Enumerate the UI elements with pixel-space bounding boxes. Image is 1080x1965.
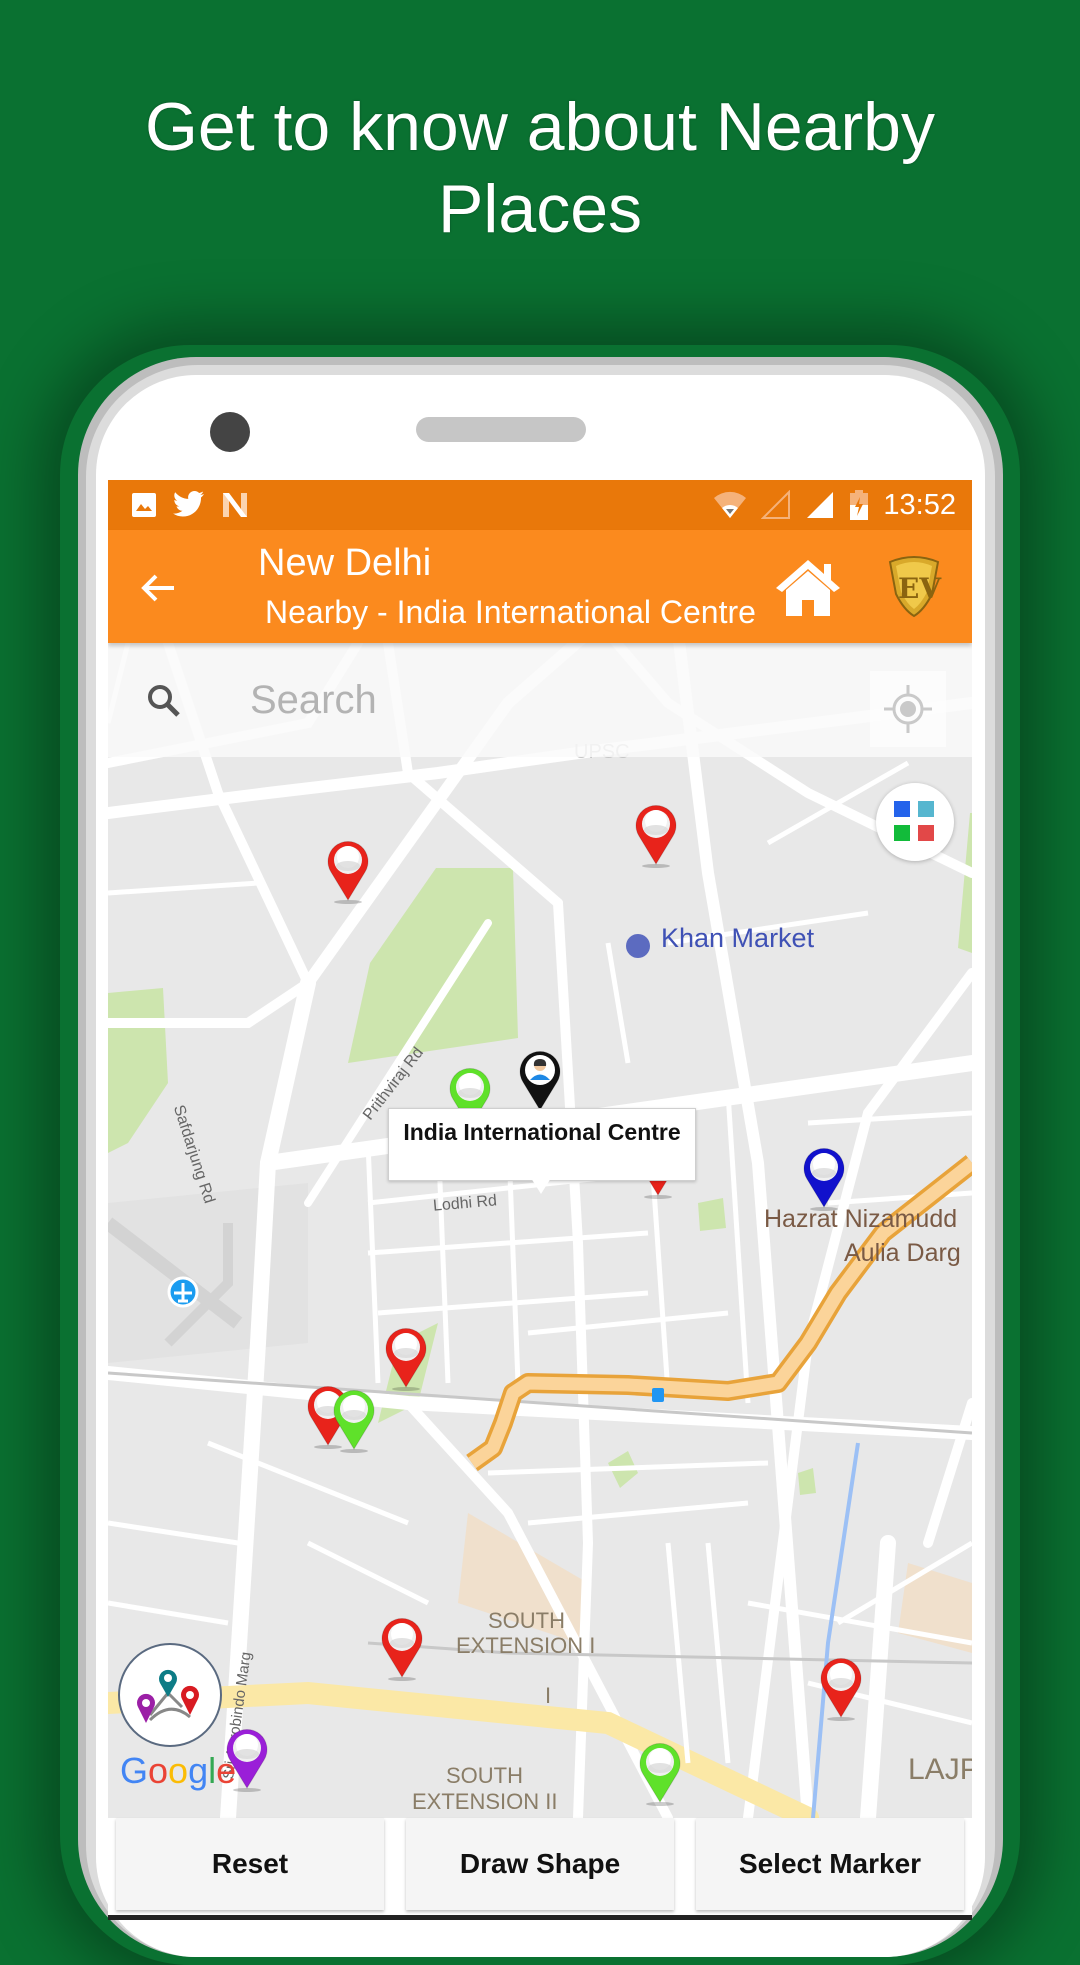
arrow-left-icon [141, 574, 174, 602]
layers-tile-green [894, 825, 910, 841]
map-view[interactable]: UPSC Khan Market Safdarjung Rd Prithvira… [108, 643, 972, 1818]
headline-line-1: Get to know about Nearby [144, 89, 935, 165]
wifi-icon [713, 490, 747, 520]
image-icon [130, 491, 158, 519]
svg-text:EV: EV [898, 572, 942, 605]
park-area [698, 1198, 726, 1231]
layers-tile-red [918, 825, 934, 841]
place-marker-red[interactable] [381, 1323, 431, 1393]
google-letter: l [208, 1750, 217, 1791]
place-marker-red[interactable] [631, 800, 681, 870]
map-label-south-ext-2a: SOUTH [446, 1763, 523, 1788]
google-letter: g [188, 1750, 209, 1791]
back-button[interactable] [136, 566, 180, 610]
search-bar [108, 643, 972, 757]
app-title: New Delhi [258, 542, 432, 584]
draw-shape-button[interactable]: Draw Shape [406, 1818, 674, 1910]
airport-area [108, 1183, 308, 1363]
route-app-badge[interactable] [118, 1643, 222, 1747]
map-label-south-ext-1a: SOUTH [488, 1608, 565, 1633]
home-icon [776, 560, 840, 616]
place-marker-green[interactable] [329, 1385, 379, 1455]
map-label-nizamuddin-2[interactable]: Aulia Darg [844, 1239, 961, 1268]
google-letter: o [168, 1750, 189, 1791]
map-label-south-ext-1c: I [545, 1683, 552, 1708]
selected-place-marker[interactable] [515, 1046, 565, 1116]
status-time: 13:52 [883, 488, 956, 521]
reset-button[interactable]: Reset [116, 1818, 384, 1910]
front-camera [210, 412, 250, 452]
promo-headline: Get to know about Nearby Places [0, 86, 1080, 250]
earpiece-speaker [416, 417, 586, 442]
nav-bar-edge [108, 1915, 972, 1920]
home-button[interactable] [774, 556, 842, 618]
google-letter: o [148, 1750, 169, 1791]
search-input[interactable] [248, 671, 752, 729]
phone-screen: 13:52 New Delhi Nearby - India Internati… [108, 480, 972, 1920]
info-window[interactable]: India International Centre [388, 1108, 696, 1181]
search-icon [148, 685, 180, 717]
google-letter: e [216, 1750, 237, 1791]
signal-full-icon [805, 490, 835, 520]
place-marker-blue[interactable] [799, 1143, 849, 1213]
my-location-button[interactable] [870, 671, 946, 747]
map-label-lajpat: LAJP [908, 1753, 972, 1786]
select-marker-button[interactable]: Select Marker [696, 1818, 964, 1910]
place-marker-green[interactable] [635, 1738, 685, 1808]
headline-line-2: Places [437, 171, 643, 247]
ev-shield-logo[interactable]: EV [886, 554, 942, 618]
layers-tile-blue [894, 801, 910, 817]
app-subtitle: Nearby - India International Centre [265, 594, 756, 630]
place-marker-red[interactable] [816, 1653, 866, 1723]
crosshair-location-icon [884, 685, 932, 733]
layers-tile-cyan [918, 801, 934, 817]
map-layers-button[interactable] [876, 783, 954, 861]
twitter-icon [172, 490, 206, 520]
search-button[interactable] [144, 681, 184, 721]
google-wordmark-colored: Google [120, 1750, 236, 1791]
map-label-south-ext-1b: EXTENSION I [456, 1633, 596, 1658]
place-marker-red[interactable] [323, 836, 373, 906]
map-label-south-ext-2b: EXTENSION II [412, 1789, 558, 1814]
google-letter: G [120, 1750, 149, 1791]
place-marker-red[interactable] [377, 1613, 427, 1683]
n-app-icon [220, 491, 250, 519]
shopping-icon [626, 934, 650, 958]
google-attribution: Google Google [120, 1750, 236, 1792]
route-pins-icon [137, 1669, 199, 1723]
info-window-title: India International Centre [403, 1119, 681, 1145]
app-bar: New Delhi Nearby - India International C… [108, 530, 972, 643]
map-label-nizamuddin-1[interactable]: Hazrat Nizamudd [764, 1205, 957, 1234]
info-window-pointer [531, 1178, 551, 1194]
status-bar: 13:52 [108, 480, 972, 530]
bottom-action-bar: Reset Draw Shape Select Marker [108, 1818, 972, 1920]
map-label-khan-market[interactable]: Khan Market [661, 923, 814, 954]
signal-empty-icon [761, 490, 791, 520]
bus-stop-icon [652, 1388, 664, 1402]
battery-charging-icon [849, 489, 869, 521]
